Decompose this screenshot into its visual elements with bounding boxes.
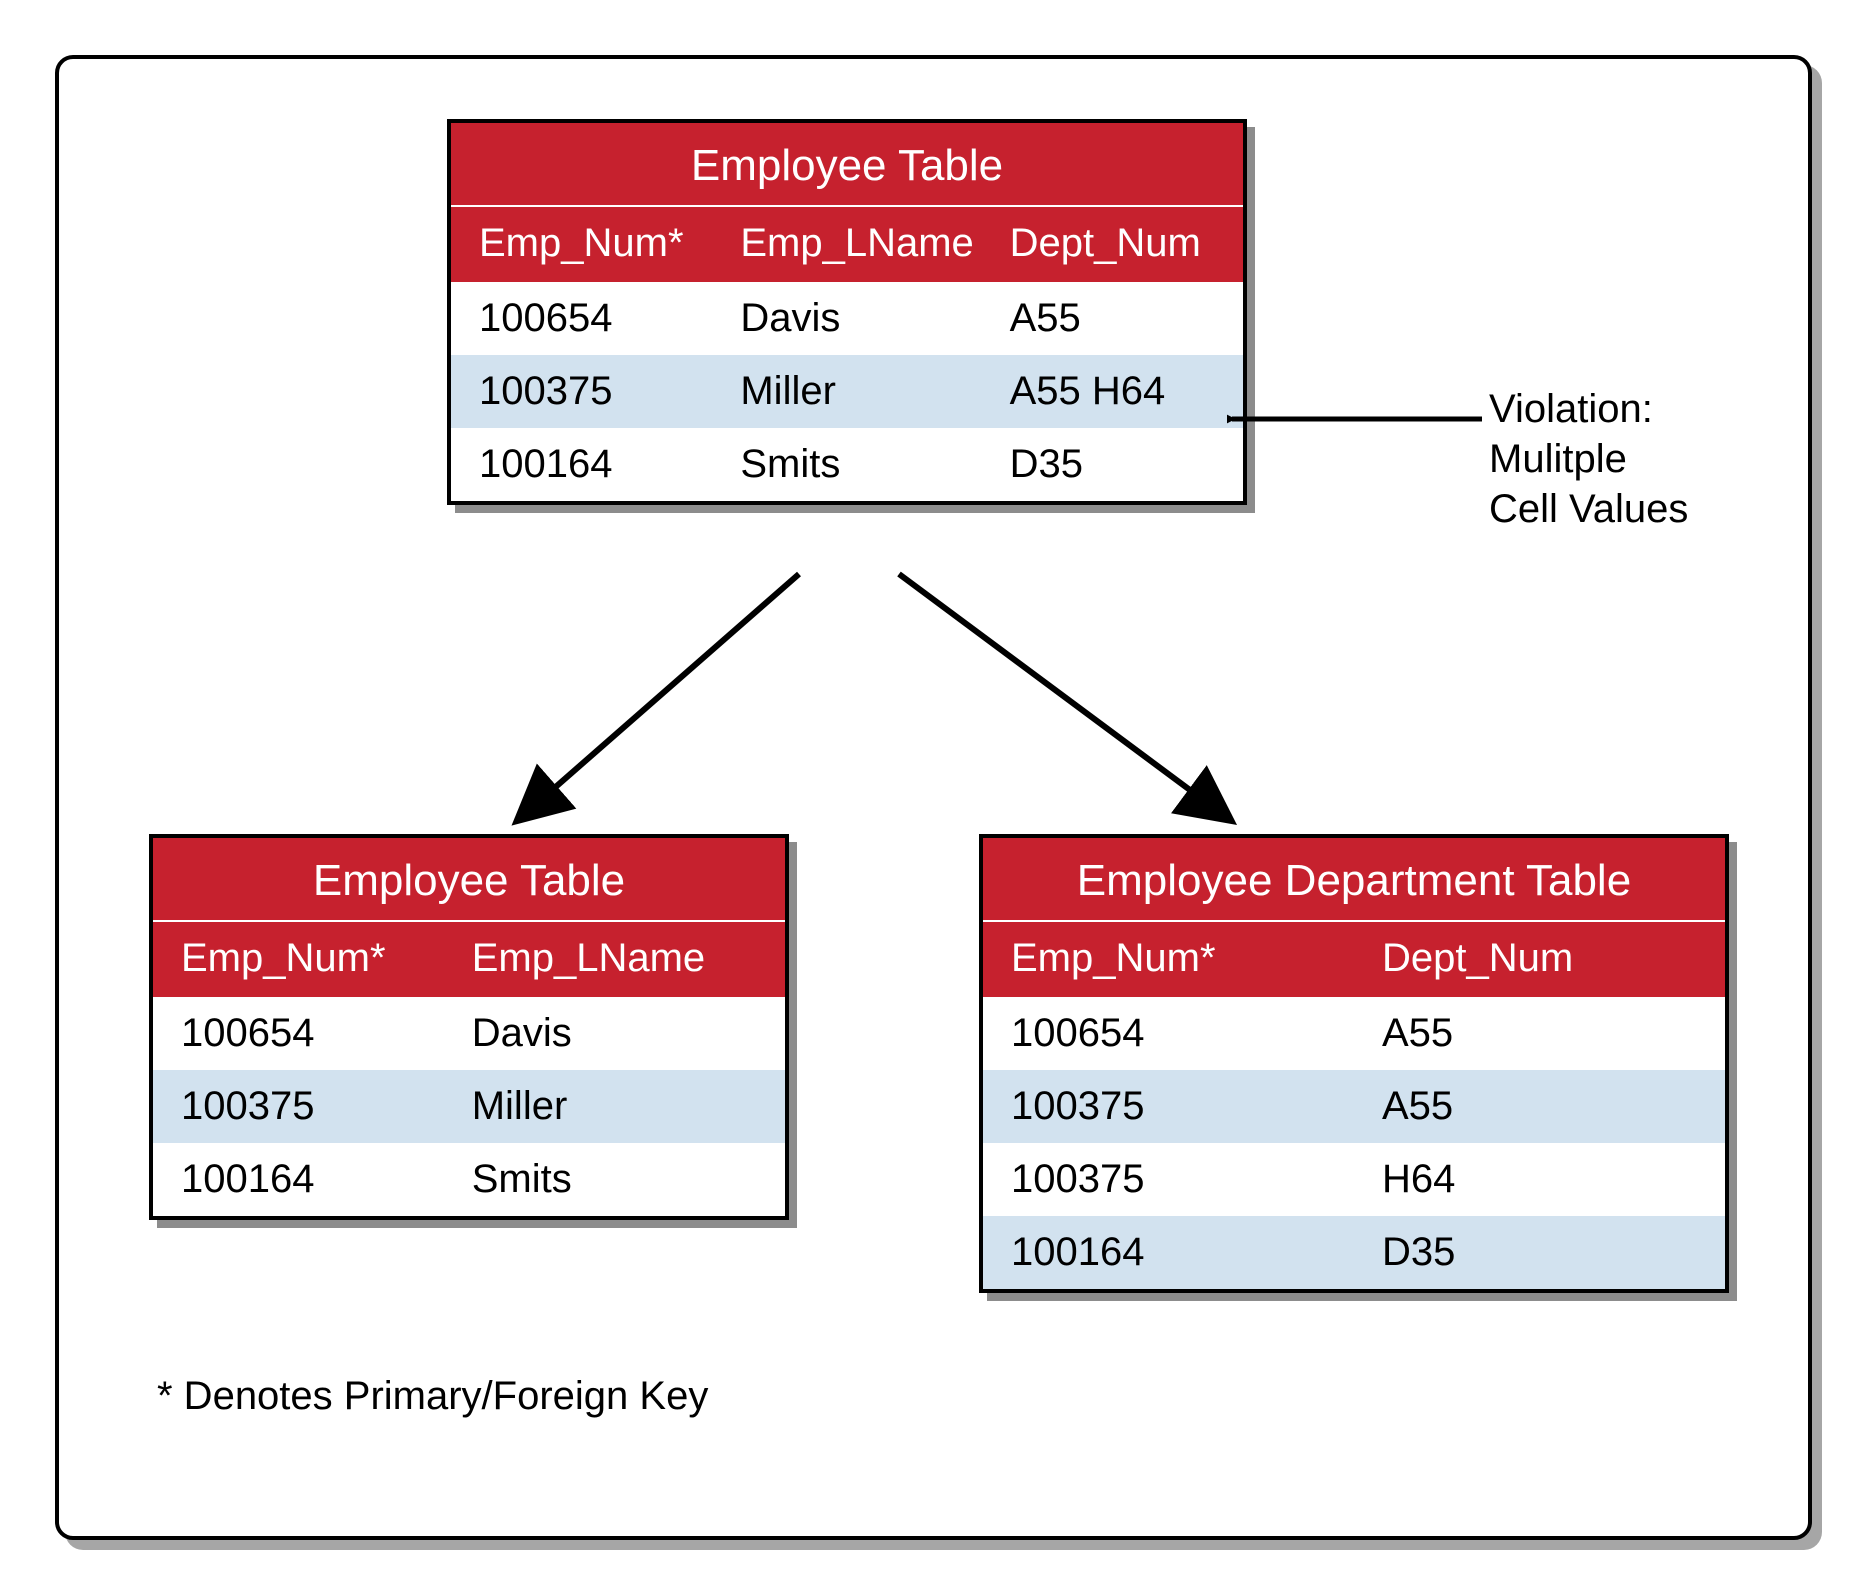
header-cell: Emp_LName — [444, 932, 785, 985]
annotation-line: Violation: — [1489, 384, 1688, 434]
cell: Miller — [444, 1070, 785, 1143]
cell: D35 — [982, 428, 1243, 501]
table-row: 100164 D35 — [983, 1216, 1725, 1289]
table-title: Employee Table — [451, 123, 1243, 207]
table-row: 100654 Davis — [153, 997, 785, 1070]
header-cell: Emp_LName — [712, 217, 981, 270]
table-row: 100164 Smits — [153, 1143, 785, 1216]
table-headers: Emp_Num* Emp_LName Dept_Num — [451, 207, 1243, 282]
bottom-left-employee-table: Employee Table Emp_Num* Emp_LName 100654… — [149, 834, 789, 1220]
cell: 100164 — [153, 1143, 444, 1216]
cell: 100375 — [451, 355, 712, 428]
arrow-annotation-icon — [1227, 389, 1487, 449]
header-cell: Emp_Num* — [153, 932, 444, 985]
header-cell: Dept_Num — [1354, 932, 1725, 985]
cell: Davis — [444, 997, 785, 1070]
cell: A55 — [1354, 1070, 1725, 1143]
cell: 100654 — [153, 997, 444, 1070]
annotation-line: Mulitple — [1489, 434, 1688, 484]
cell: D35 — [1354, 1216, 1725, 1289]
table-row: 100654 A55 — [983, 997, 1725, 1070]
table-row: 100375 Miller — [153, 1070, 785, 1143]
table-row: 100654 Davis A55 — [451, 282, 1243, 355]
cell: H64 — [1354, 1143, 1725, 1216]
table-title: Employee Department Table — [983, 838, 1725, 922]
top-employee-table: Employee Table Emp_Num* Emp_LName Dept_N… — [447, 119, 1247, 505]
cell: Smits — [712, 428, 981, 501]
cell: A55 — [1354, 997, 1725, 1070]
cell: Smits — [444, 1143, 785, 1216]
violation-annotation: Violation: Mulitple Cell Values — [1489, 384, 1688, 534]
table-headers: Emp_Num* Emp_LName — [153, 922, 785, 997]
table-row: 100164 Smits D35 — [451, 428, 1243, 501]
header-cell: Emp_Num* — [983, 932, 1354, 985]
cell: 100375 — [983, 1070, 1354, 1143]
bottom-right-department-table: Employee Department Table Emp_Num* Dept_… — [979, 834, 1729, 1293]
table-row: 100375 Miller A55 H64 — [451, 355, 1243, 428]
cell: Miller — [712, 355, 981, 428]
diagram-frame: Employee Table Emp_Num* Emp_LName Dept_N… — [55, 55, 1812, 1540]
table-row: 100375 A55 — [983, 1070, 1725, 1143]
table-row: 100375 H64 — [983, 1143, 1725, 1216]
annotation-line: Cell Values — [1489, 484, 1688, 534]
cell: 100164 — [451, 428, 712, 501]
cell: 100375 — [983, 1143, 1354, 1216]
cell: Davis — [712, 282, 981, 355]
table-headers: Emp_Num* Dept_Num — [983, 922, 1725, 997]
header-cell: Emp_Num* — [451, 217, 712, 270]
footnote-primary-key: * Denotes Primary/Foreign Key — [157, 1374, 708, 1419]
cell: 100375 — [153, 1070, 444, 1143]
cell: 100654 — [451, 282, 712, 355]
arrow-split-left-icon — [489, 564, 849, 834]
cell: A55 — [982, 282, 1243, 355]
header-cell: Dept_Num — [982, 217, 1243, 270]
cell-violation: A55 H64 — [982, 355, 1243, 428]
page: Employee Table Emp_Num* Emp_LName Dept_N… — [0, 0, 1867, 1595]
cell: 100164 — [983, 1216, 1354, 1289]
cell: 100654 — [983, 997, 1354, 1070]
table-title: Employee Table — [153, 838, 785, 922]
arrow-split-right-icon — [859, 564, 1259, 834]
